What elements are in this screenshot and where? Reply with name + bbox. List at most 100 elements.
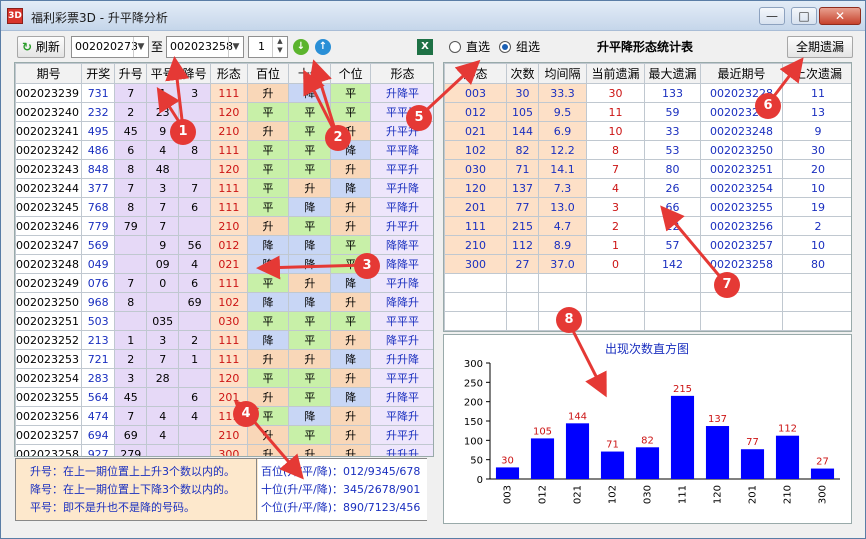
table-row[interactable]: 030 71 14.1 7 80 002023251 20 bbox=[444, 159, 851, 179]
column-header[interactable]: 均间隔 bbox=[538, 63, 587, 84]
maximize-button[interactable]: □ bbox=[791, 7, 817, 25]
empty-cell bbox=[782, 292, 851, 312]
count-stepper[interactable]: 1 ▲ ▼ bbox=[248, 36, 288, 58]
bar bbox=[565, 423, 590, 479]
table-cell: 111 bbox=[210, 197, 248, 217]
note-hundreds: 百位(升/平/降)：012/9345/678 bbox=[261, 465, 421, 478]
table-row[interactable]: 111 215 4.7 2 22 002023256 2 bbox=[444, 216, 851, 236]
table-cell: 平 bbox=[246, 159, 290, 179]
table-row[interactable]: 002023240 232 2 23 120 平平平平平平 bbox=[15, 102, 433, 122]
group-radio[interactable] bbox=[499, 41, 511, 53]
chevron-down-icon[interactable]: ▼ bbox=[228, 37, 243, 57]
title-bar: 3D 福利彩票3D - 升平降分析 — □ ✕ bbox=[1, 1, 865, 31]
table-cell: 002023257 bbox=[15, 425, 83, 445]
table-cell: 降 bbox=[288, 254, 332, 274]
table-row[interactable]: 002023242 486 6 4 8 111 平平降平平降 bbox=[15, 140, 433, 160]
table-cell: 降 bbox=[288, 83, 332, 103]
column-header[interactable]: 形态 bbox=[444, 63, 507, 84]
table-cell: 8 bbox=[586, 140, 645, 160]
column-header[interactable]: 开奖 bbox=[81, 63, 116, 84]
column-header[interactable]: 百位 bbox=[246, 63, 290, 84]
table-row[interactable]: 002023257 694 69 4 210 升平升升平升 bbox=[15, 425, 433, 445]
column-header[interactable]: 平号 bbox=[146, 63, 180, 84]
table-row[interactable]: 201 77 13.0 3 66 002023255 19 bbox=[444, 197, 851, 217]
table-cell: 779 bbox=[81, 216, 116, 236]
table-row[interactable]: 002023245 768 8 7 6 111 平降升平降升 bbox=[15, 197, 433, 217]
close-button[interactable]: ✕ bbox=[819, 7, 861, 25]
column-header[interactable]: 次数 bbox=[506, 63, 539, 84]
y-tick-label: 200 bbox=[464, 398, 483, 409]
table-row[interactable]: 003 30 33.3 30 133 002023228 11 bbox=[444, 83, 851, 103]
table-row[interactable]: 002023250 968 8 69 102 降降升降降升 bbox=[15, 292, 433, 312]
table-row[interactable]: 300 27 37.0 0 142 002023258 80 bbox=[444, 254, 851, 274]
refresh-button[interactable]: ↻ 刷新 bbox=[17, 36, 65, 58]
data-label: 27 bbox=[816, 457, 829, 468]
table-row[interactable]: 002023239 731 7 1 3 111 升降平升降平 bbox=[15, 83, 433, 103]
table-cell: 升 bbox=[246, 121, 290, 141]
table-row[interactable]: 210 112 8.9 1 57 002023257 10 bbox=[444, 235, 851, 255]
table-cell: 002023254 bbox=[15, 368, 83, 388]
column-header[interactable]: 形态 bbox=[369, 63, 433, 84]
column-header[interactable]: 当前遗漏 bbox=[586, 63, 645, 84]
from-issue-combo[interactable]: 002020273 ▼ bbox=[71, 36, 149, 58]
data-label: 144 bbox=[568, 411, 587, 422]
bar bbox=[740, 449, 765, 479]
column-header[interactable]: 升号 bbox=[114, 63, 148, 84]
table-row[interactable]: 102 82 12.2 8 53 002023250 30 bbox=[444, 140, 851, 160]
histogram-svg: 出现次数直方图050100150200250300300031050121440… bbox=[464, 341, 840, 504]
table-cell: 平降升 bbox=[369, 406, 433, 426]
table-cell: 021 bbox=[444, 121, 507, 141]
table-cell: 2 bbox=[114, 349, 148, 369]
empty-cell bbox=[444, 292, 507, 312]
table-cell: 升 bbox=[246, 444, 290, 456]
column-header[interactable]: 个位 bbox=[330, 63, 371, 84]
to-issue-combo[interactable]: 002023258 ▼ bbox=[166, 36, 244, 58]
table-cell: 002023253 bbox=[15, 349, 83, 369]
column-header[interactable]: 最大遗漏 bbox=[644, 63, 701, 84]
table-row[interactable]: 002023258 927 279 300 升升升升升升 bbox=[15, 444, 433, 456]
table-row[interactable]: 002023247 569 9 56 012 降降平降降平 bbox=[15, 235, 433, 255]
table-cell: 002023249 bbox=[15, 273, 83, 293]
table-cell: 030 bbox=[444, 159, 507, 179]
table-row[interactable]: 002023246 779 79 7 210 升平升升平升 bbox=[15, 216, 433, 236]
table-cell: 69 bbox=[114, 425, 148, 445]
column-header[interactable]: 上次遗漏 bbox=[782, 63, 851, 84]
table-row[interactable]: 002023253 721 2 7 1 111 升升降升升降 bbox=[15, 349, 433, 369]
column-header[interactable]: 十位 bbox=[288, 63, 332, 84]
chevron-down-icon[interactable]: ▼ bbox=[133, 37, 148, 57]
empty-row bbox=[444, 273, 851, 293]
bar bbox=[635, 447, 660, 479]
bar bbox=[775, 435, 800, 479]
table-row[interactable]: 012 105 9.5 11 59 002023247 13 bbox=[444, 102, 851, 122]
table-cell: 平 bbox=[246, 273, 290, 293]
table-cell: 升 bbox=[330, 197, 371, 217]
column-header[interactable]: 降号 bbox=[178, 63, 212, 84]
table-row[interactable]: 120 137 7.3 4 26 002023254 10 bbox=[444, 178, 851, 198]
window-title: 福利彩票3D - 升平降分析 bbox=[31, 11, 168, 25]
minimize-button[interactable]: — bbox=[759, 7, 785, 25]
table-cell: 9 bbox=[782, 121, 851, 141]
arrow-up-icon[interactable]: ↑ bbox=[315, 39, 331, 55]
column-header[interactable]: 期号 bbox=[15, 63, 83, 84]
column-header[interactable]: 形态 bbox=[210, 63, 248, 84]
table-row[interactable]: 021 144 6.9 10 33 002023248 9 bbox=[444, 121, 851, 141]
table-row[interactable]: 002023243 848 8 48 120 平平升平平升 bbox=[15, 159, 433, 179]
table-row[interactable]: 002023251 503 035 030 平平平平平平 bbox=[15, 311, 433, 331]
table-row[interactable]: 002023252 213 1 3 2 111 降平升降平升 bbox=[15, 330, 433, 350]
arrow-down-icon[interactable]: ↓ bbox=[293, 39, 309, 55]
empty-cell bbox=[644, 273, 701, 293]
spin-arrows-icon[interactable]: ▲ ▼ bbox=[272, 37, 287, 57]
table-row[interactable]: 002023254 283 3 28 120 平平升平平升 bbox=[15, 368, 433, 388]
direct-radio[interactable] bbox=[449, 41, 461, 53]
column-header[interactable]: 最近期号 bbox=[700, 63, 783, 84]
all-miss-button[interactable]: 全期遗漏 bbox=[787, 36, 853, 58]
table-cell: 102 bbox=[210, 292, 248, 312]
excel-icon[interactable]: X bbox=[417, 39, 433, 55]
table-row[interactable]: 002023244 377 7 3 7 111 平升降平升降 bbox=[15, 178, 433, 198]
table-cell: 7 bbox=[114, 178, 148, 198]
table-row[interactable]: 002023241 495 45 9 210 升平升升平升 bbox=[15, 121, 433, 141]
table-row[interactable]: 002023255 564 45 6 201 升平降升降平 bbox=[15, 387, 433, 407]
table-row[interactable]: 002023256 474 7 4 4 111 平降升平降升 bbox=[15, 406, 433, 426]
table-cell: 56 bbox=[178, 235, 212, 255]
pattern-stats-table[interactable]: 形态 次数 均间隔 当前遗漏 最大遗漏 最近期号 上次遗漏 003 30 33.3 30 133 00… bbox=[443, 62, 852, 332]
